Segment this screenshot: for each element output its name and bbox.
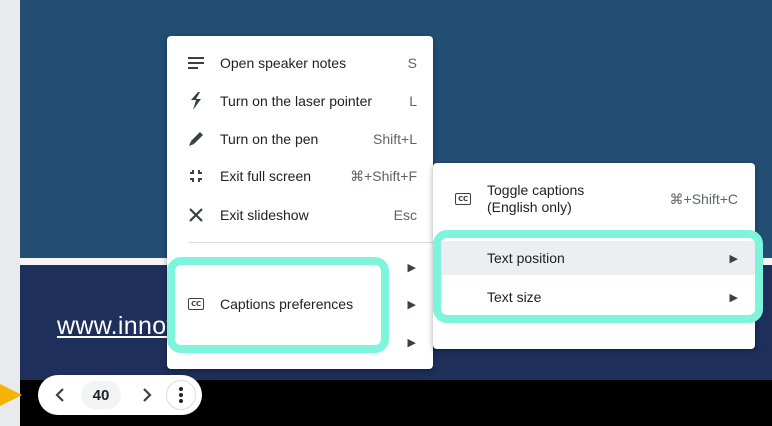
presentation-stage: www.innovativespeech.com Open speaker no…	[0, 0, 772, 426]
more-vert-icon	[179, 387, 183, 403]
chevron-left-icon	[55, 388, 64, 402]
left-gutter	[0, 0, 20, 426]
menu-item-label: Captions preferences	[220, 296, 354, 312]
menu-item-shortcut: L	[409, 93, 417, 109]
menu-item-exit-full-screen[interactable]: Exit full screen ⌘+Shift+F	[167, 158, 433, 194]
menu-item-text-size[interactable]: Text size ▶	[433, 280, 755, 314]
menu-item-pen[interactable]: Turn on the pen Shift+L	[167, 121, 433, 157]
menu-item-shortcut: S	[407, 55, 417, 71]
menu-separator	[189, 242, 433, 243]
submenu-arrow-icon: ▶	[729, 291, 738, 304]
close-icon	[187, 206, 205, 224]
menu-item-label: Turn on the pen	[220, 131, 319, 147]
pointer-arrow-icon	[0, 384, 22, 406]
menu-item-shortcut: ⌘+Shift+F	[350, 167, 417, 184]
menu-item-label: Turn on the laser pointer	[220, 93, 373, 109]
toggle-captions-label: Toggle captions (English only)	[487, 182, 670, 216]
exit-fullscreen-icon	[187, 167, 205, 185]
captions-icon: CC	[453, 191, 473, 207]
menu-item-label: Exit slideshow	[220, 207, 309, 223]
menu-item-shortcut: Esc	[393, 207, 417, 223]
more-options-button[interactable]	[166, 380, 196, 410]
next-slide-button[interactable]	[135, 383, 159, 407]
captions-badge: CC	[455, 193, 471, 205]
presenter-options-menu: Open speaker notes S Turn on the laser p…	[167, 36, 433, 369]
play-icon	[187, 258, 205, 276]
submenu-arrow-icon: ▶	[407, 261, 416, 274]
page-number[interactable]: 40	[81, 381, 121, 409]
laser-pointer-icon	[187, 92, 205, 110]
captions-badge: CC	[188, 298, 204, 310]
menu-item-label: Text position	[487, 250, 565, 266]
menu-item-exit-slideshow[interactable]: Exit slideshow Esc	[167, 197, 433, 233]
menu-item-advanced[interactable]: ▶	[167, 324, 433, 360]
chevron-right-icon	[143, 388, 152, 402]
settings-icon	[187, 333, 205, 351]
menu-item-toggle-captions[interactable]: CC Toggle captions (English only) ⌘+Shif…	[433, 179, 755, 219]
menu-item-label: Exit full screen	[220, 168, 312, 184]
menu-item-open-speaker-notes[interactable]: Open speaker notes S	[167, 45, 433, 81]
submenu-arrow-icon: ▶	[729, 252, 738, 265]
menu-item-label: Open speaker notes	[220, 55, 347, 71]
pen-icon	[187, 130, 205, 148]
captions-preferences-submenu: CC Toggle captions (English only) ⌘+Shif…	[433, 163, 755, 349]
menu-item-label: Text size	[487, 289, 542, 305]
toggle-captions-line2: (English only)	[487, 199, 572, 215]
menu-item-captions-preferences[interactable]: CC Captions preferences ▶	[167, 286, 433, 322]
toggle-captions-line1: Toggle captions	[487, 182, 585, 198]
slide-navigation-bar: 40	[38, 375, 202, 415]
submenu-arrow-icon: ▶	[407, 336, 416, 349]
captions-icon: CC	[187, 295, 205, 313]
menu-item-auto-play[interactable]: ▶	[167, 249, 433, 285]
menu-item-shortcut: ⌘+Shift+C	[669, 190, 738, 207]
menu-item-text-position[interactable]: Text position ▶	[433, 241, 755, 275]
menu-item-laser-pointer[interactable]: Turn on the laser pointer L	[167, 83, 433, 119]
notes-icon	[187, 54, 205, 72]
previous-slide-button[interactable]	[48, 383, 72, 407]
menu-item-shortcut: Shift+L	[373, 131, 417, 147]
submenu-arrow-icon: ▶	[407, 298, 416, 311]
